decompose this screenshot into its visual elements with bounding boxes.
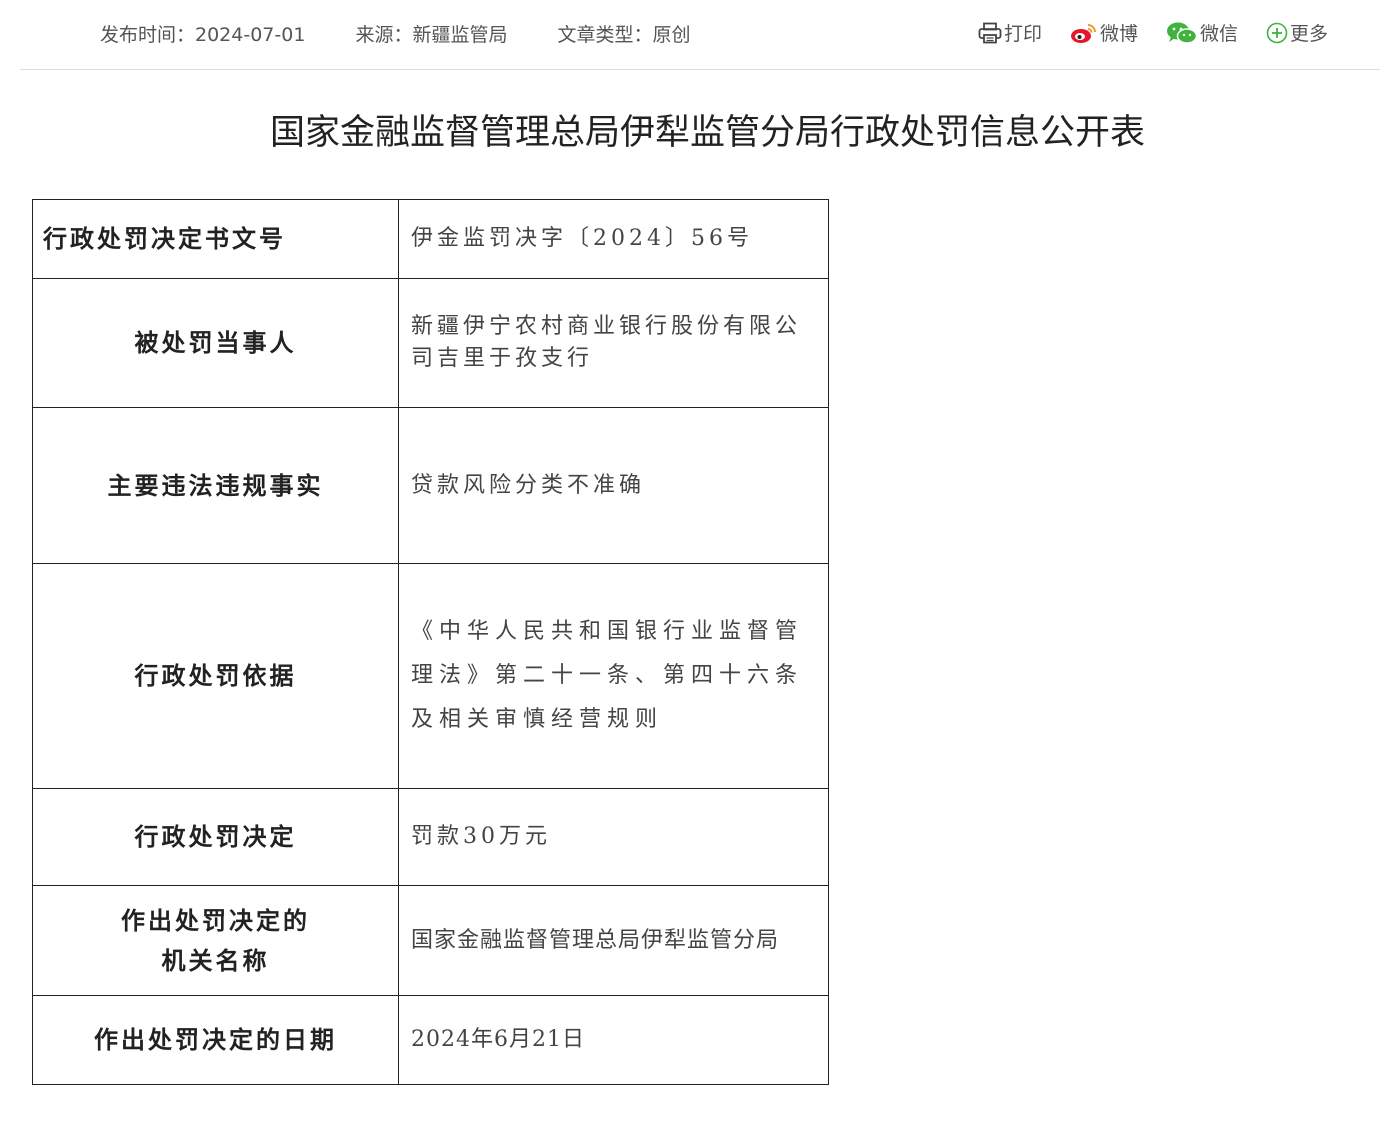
table-row: 作出处罚决定的机关名称 国家金融监督管理总局伊犁监管分局 <box>32 885 829 996</box>
plus-circle-icon <box>1266 22 1290 44</box>
legal-basis-label: 行政处罚依据 <box>32 563 399 789</box>
table-row: 作出处罚决定的日期 2024年6月21日 <box>32 995 829 1085</box>
violation-facts-value: 贷款风险分类不准确 <box>398 407 829 564</box>
table-row: 被处罚当事人 新疆伊宁农村商业银行股份有限公司吉里于孜支行 <box>32 278 829 408</box>
legal-basis-value: 《中华人民共和国银行业监督管理法》第二十一条、第四十六条及相关审慎经营规则 <box>398 563 829 789</box>
penalty-decision-label: 行政处罚决定 <box>32 788 399 886</box>
decision-date-label: 作出处罚决定的日期 <box>32 995 399 1085</box>
decision-number-value: 伊金监罚决字〔2024〕56号 <box>398 199 829 279</box>
violation-facts-label: 主要违法违规事实 <box>32 407 399 564</box>
authority-value: 国家金融监督管理总局伊犁监管分局 <box>398 885 829 996</box>
weibo-label: 微博 <box>1099 23 1138 45</box>
wechat-icon <box>1166 21 1200 45</box>
print-label: 打印 <box>1003 23 1042 45</box>
party-value: 新疆伊宁农村商业银行股份有限公司吉里于孜支行 <box>398 278 829 408</box>
share-toolbar: 打印 微博 微信 更多 <box>978 19 1328 46</box>
penalty-decision-value: 罚款30万元 <box>398 788 829 886</box>
wechat-share-button[interactable]: 微信 <box>1166 19 1238 46</box>
article-meta: 发布时间：2024-07-01 来源：新疆监管局 文章类型：原创 <box>100 20 735 47</box>
printer-icon <box>978 22 1004 44</box>
table-row: 行政处罚依据 《中华人民共和国银行业监督管理法》第二十一条、第四十六条及相关审慎… <box>32 563 829 789</box>
decision-date-value: 2024年6月21日 <box>398 995 829 1085</box>
article-source: 来源：新疆监管局 <box>355 24 508 46</box>
table-row: 主要违法违规事实 贷款风险分类不准确 <box>32 407 829 564</box>
authority-label: 作出处罚决定的机关名称 <box>32 885 399 996</box>
penalty-info-table: 行政处罚决定书文号 伊金监罚决字〔2024〕56号 被处罚当事人 新疆伊宁农村商… <box>32 199 829 1085</box>
table-row: 行政处罚决定 罚款30万元 <box>32 788 829 886</box>
more-share-button[interactable]: 更多 <box>1266 19 1328 46</box>
publish-date: 发布时间：2024-07-01 <box>100 24 306 46</box>
document-title: 国家金融监督管理总局伊犁监管分局行政处罚信息公开表 <box>269 113 1145 153</box>
decision-number-label: 行政处罚决定书文号 <box>32 199 399 279</box>
party-label: 被处罚当事人 <box>32 278 399 408</box>
print-button[interactable]: 打印 <box>978 19 1042 46</box>
article-type: 文章类型：原创 <box>557 24 691 46</box>
weibo-icon <box>1070 22 1100 44</box>
table-row: 行政处罚决定书文号 伊金监罚决字〔2024〕56号 <box>32 199 829 279</box>
more-label: 更多 <box>1289 23 1328 45</box>
meta-bar: 发布时间：2024-07-01 来源：新疆监管局 文章类型：原创 打印 微博 微… <box>20 0 1380 70</box>
weibo-share-button[interactable]: 微博 <box>1070 19 1138 46</box>
wechat-label: 微信 <box>1199 23 1238 45</box>
